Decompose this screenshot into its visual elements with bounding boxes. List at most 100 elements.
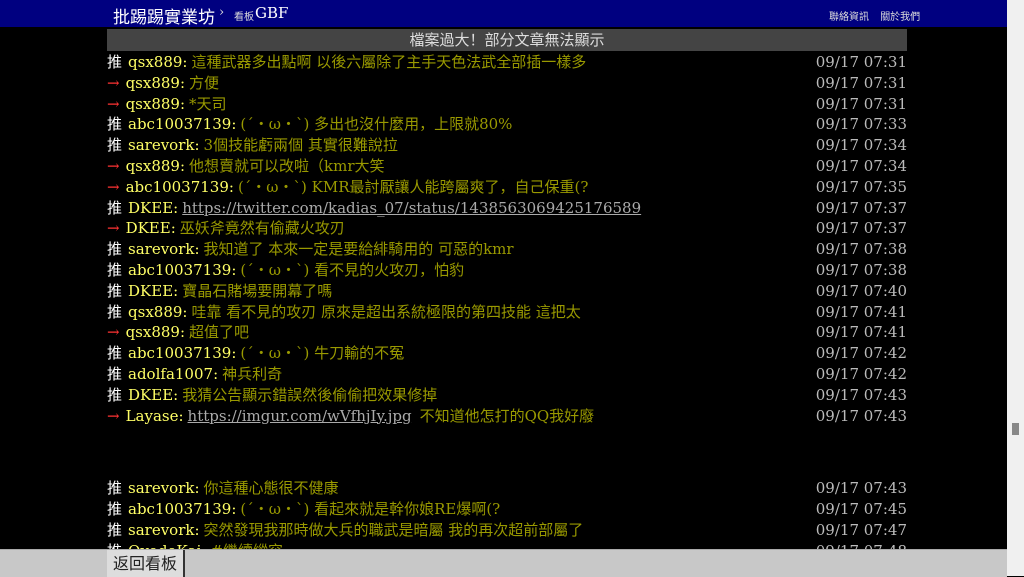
push-text: 他想賣就可以改啦（kmr大笑: [189, 156, 385, 175]
push-time: 09/17 07:43: [815, 406, 907, 425]
push-content: (´・ω・`) 看不見的火攻刃，怕豹: [240, 261, 464, 279]
push-colon: :: [179, 94, 186, 113]
push-time: 09/17 07:31: [815, 73, 907, 92]
push-content: 你這種心態很不健康: [204, 479, 339, 497]
push-tag: 推: [107, 500, 123, 519]
push-tag: 推: [107, 53, 123, 71]
push-tag: 推: [107, 240, 123, 259]
top-links: 聯絡資訊 關於我們: [829, 8, 928, 23]
push-row: → Layase: https://imgur.com/wVfhjIy.jpg 不知道…: [107, 406, 907, 427]
push-row: → qsx889: 他想賣就可以改啦（kmr大笑 09/17 07:34: [107, 156, 907, 177]
push-tag: →: [107, 323, 120, 342]
push-time: 09/17 07:43: [815, 385, 907, 404]
push-user: abc10037139: [128, 115, 232, 134]
push-tag: 推: [107, 281, 123, 300]
push-user: qsx889: [128, 53, 183, 71]
push-link[interactable]: https://twitter.com/kadias_07/status/143…: [182, 199, 641, 217]
push-text: (´・ω・`) 看起來就是幹你娘RE爆啊(?: [240, 500, 501, 519]
push-tag: 推: [107, 344, 123, 363]
push-text: (´・ω・`) 牛刀輸的不冤: [240, 344, 405, 363]
push-gap: [107, 426, 907, 478]
push-tag: 推: [107, 479, 123, 498]
scrollbar[interactable]: [1007, 0, 1024, 576]
push-content: 方便: [189, 74, 219, 92]
push-content: 超值了吧: [189, 323, 249, 341]
push-colon: :: [173, 198, 179, 217]
push-text: 突然發現我那時做大兵的職武是暗屬 我的再次超前部屬了: [203, 520, 584, 539]
push-user: Layase: [125, 406, 179, 425]
push-tag: →: [107, 177, 120, 196]
push-content: 巫妖斧竟然有偷藏火攻刃: [180, 219, 345, 237]
push-text: 你這種心態很不健康: [203, 479, 339, 498]
push-row: 推 DKEE: 我猜公告顯示錯誤然後偷偷把效果修掉 09/17 07:43: [107, 385, 907, 406]
push-user: sarevork: [128, 240, 195, 259]
push-time: 09/17 07:34: [815, 156, 907, 175]
board-name-link[interactable]: GBF: [255, 4, 288, 22]
push-content: 哇靠 看不見的攻刃 原來是超出系統極限的第四技能 這把太: [191, 303, 580, 321]
push-row: 推 abc10037139: (´・ω・`) 多出也沒什麼用，上限就80% 09/17…: [107, 114, 907, 135]
push-user: DKEE: [128, 385, 174, 404]
push-user: abc10037139: [128, 260, 232, 279]
push-user: DKEE: [125, 219, 171, 238]
push-colon: :: [194, 479, 200, 498]
push-content: 這種武器多出點啊 以後六屬除了主手天色法武全部插一樣多: [191, 53, 586, 71]
push-user: adolfa1007: [128, 364, 214, 383]
push-row: → qsx889: 超值了吧 09/17 07:41: [107, 322, 907, 343]
push-tag: 推: [107, 302, 123, 321]
push-time: 09/17 07:42: [815, 344, 907, 363]
push-content: *天司: [189, 95, 227, 113]
push-content: (´・ω・`) KMR最討厭讓人能跨屬爽了，自己保重(?: [238, 178, 588, 196]
back-to-board-button[interactable]: 返回看板: [107, 550, 185, 577]
push-user: sarevork: [128, 520, 195, 539]
site-brand[interactable]: 批踢踢實業坊: [113, 3, 215, 28]
push-time: 09/17 07:31: [815, 53, 907, 71]
push-time: 09/17 07:41: [815, 323, 907, 342]
push-time: 09/17 07:38: [815, 260, 907, 279]
push-text: *天司: [189, 94, 227, 113]
push-content: 神兵利奇: [222, 365, 282, 383]
push-content: (´・ω・`) 多出也沒什麼用，上限就80%: [240, 115, 512, 133]
push-user: DKEE: [128, 198, 174, 217]
push-content: (´・ω・`) 看起來就是幹你娘RE爆啊(?: [240, 500, 500, 518]
push-tag: →: [107, 219, 120, 238]
push-content: https://imgur.com/wVfhjIy.jpg 不知道他怎打的QQ我好…: [188, 407, 595, 425]
push-text: 巫妖斧竟然有偷藏火攻刃: [179, 219, 345, 238]
push-user: sarevork: [128, 479, 195, 498]
push-user: abc10037139: [128, 344, 232, 363]
push-colon: :: [182, 302, 188, 321]
contact-link[interactable]: 聯絡資訊: [829, 12, 869, 23]
push-text: 這種武器多出點啊 以後六屬除了主手天色法武全部插一樣多: [191, 53, 587, 71]
about-link[interactable]: 關於我們: [880, 12, 920, 23]
push-row: 推 qsx889: 這種武器多出點啊 以後六屬除了主手天色法武全部插一樣多 09/17…: [107, 52, 907, 73]
push-text: 3個技能虧兩個 其實很難說拉: [203, 136, 398, 155]
push-colon: :: [194, 240, 200, 259]
push-tag: →: [107, 406, 120, 425]
file-too-large-warning: 檔案過大！部分文章無法顯示: [107, 29, 907, 51]
push-row: 推 sarevork: 我知道了 本來一定是要給緋騎用的 可惡的kmr 09/17 0…: [107, 239, 907, 260]
push-tag: 推: [107, 198, 123, 217]
push-colon: :: [231, 260, 237, 279]
push-colon: :: [213, 364, 219, 383]
push-colon: :: [173, 281, 179, 300]
push-row: → qsx889: 方便 09/17 07:31: [107, 73, 907, 94]
push-user: qsx889: [125, 323, 180, 342]
push-time: 09/17 07:42: [815, 364, 907, 383]
push-row: 推 DKEE: https://twitter.com/kadias_07/stat…: [107, 198, 907, 219]
push-link[interactable]: https://imgur.com/wVfhjIy.jpg: [188, 407, 412, 425]
scrollbar-thumb[interactable]: [1012, 423, 1019, 435]
push-text: 我猜公告顯示錯誤然後偷偷把效果修掉: [182, 385, 438, 404]
push-row: → DKEE: 巫妖斧竟然有偷藏火攻刃 09/17 07:37: [107, 218, 907, 239]
push-content: 3個技能虧兩個 其實很難說拉: [204, 136, 398, 154]
push-content: 我猜公告顯示錯誤然後偷偷把效果修掉: [182, 386, 437, 404]
push-row: → abc10037139: (´・ω・`) KMR最討厭讓人能跨屬爽了，自己保重(…: [107, 177, 907, 198]
push-user: qsx889: [128, 302, 183, 321]
push-colon: :: [179, 156, 186, 175]
push-content: 寶晶石賭場要開幕了嗎: [182, 282, 332, 300]
push-time: 09/17 07:43: [815, 479, 907, 498]
push-row: 推 sarevork: 你這種心態很不健康 09/17 07:43: [107, 478, 907, 499]
push-colon: :: [231, 500, 237, 519]
push-text: (´・ω・`) KMR最討厭讓人能跨屬爽了，自己保重(?: [237, 177, 589, 196]
push-text: 不知道他怎打的QQ我好廢: [419, 406, 595, 425]
push-text: (´・ω・`) 多出也沒什麼用，上限就80%: [240, 115, 513, 134]
breadcrumb-separator: ›: [219, 5, 225, 20]
